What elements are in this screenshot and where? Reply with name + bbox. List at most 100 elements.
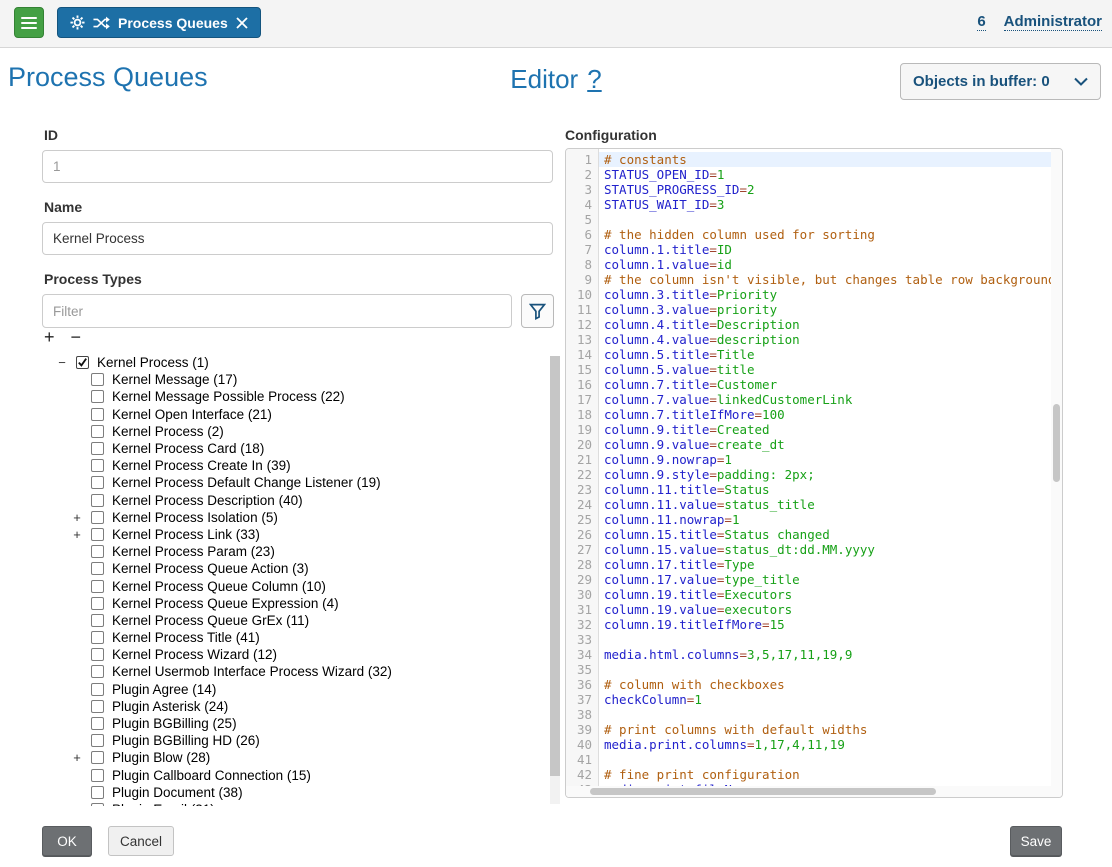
minus-expander-icon[interactable]: − [54,355,70,370]
tree-item-checkbox[interactable] [91,648,104,661]
tree-item-checkbox[interactable] [91,390,104,403]
tree-item[interactable]: Kernel Process Queue Action (3) [42,560,547,577]
code-text[interactable]: media.print.fileName=process_queues [599,782,1051,786]
tree-item-checkbox[interactable] [91,769,104,782]
tree-item[interactable]: +Plugin Blow (28) [42,749,547,766]
ok-button[interactable]: OK [42,826,92,856]
code-text[interactable]: column.7.value=linkedCustomerLink [599,392,1051,407]
code-text[interactable]: column.11.nowrap=1 [599,512,1051,527]
expand-all-button[interactable]: + [44,328,55,346]
tree-item[interactable]: Kernel Usermob Interface Process Wizard … [42,663,547,680]
tree-item-checkbox[interactable] [91,425,104,438]
code-text[interactable]: column.5.value=title [599,362,1051,377]
code-text[interactable]: column.19.title=Executors [599,587,1051,602]
code-text[interactable]: column.15.value=status_dt:dd.MM.yyyy [599,542,1051,557]
filter-input[interactable] [42,294,512,328]
tree-item[interactable]: Plugin Document (38) [42,784,547,801]
code-text[interactable] [599,632,1051,647]
tree-item-checkbox[interactable] [91,614,104,627]
tree-item[interactable]: Kernel Process Description (40) [42,492,547,509]
code-text[interactable]: column.1.value=id [599,257,1051,272]
user-name-link[interactable]: Administrator [1004,13,1102,31]
notification-count-link[interactable]: 6 [977,13,985,31]
code-text[interactable]: column.9.value=create_dt [599,437,1051,452]
cancel-button[interactable]: Cancel [108,826,174,856]
code-text[interactable]: media.print.columns=1,17,4,11,19 [599,737,1051,752]
editor-horizontal-scrollbar[interactable] [566,786,1051,797]
tree-item[interactable]: Kernel Process Default Change Listener (… [42,474,547,491]
code-text[interactable]: column.3.value=priority [599,302,1051,317]
code-text[interactable]: # column with checkboxes [599,677,1051,692]
tab-process-queues[interactable]: Process Queues [57,7,261,38]
code-text[interactable]: column.15.title=Status changed [599,527,1051,542]
tree-item[interactable]: Kernel Process Title (41) [42,629,547,646]
configuration-editor[interactable]: 1# constants2STATUS_OPEN_ID=13STATUS_PRO… [565,148,1063,798]
plus-expander-icon[interactable]: + [69,750,85,765]
code-text[interactable]: # the hidden column used for sorting [599,227,1051,242]
tree-item-checkbox[interactable] [91,408,104,421]
tree-item[interactable]: Kernel Process (2) [42,423,547,440]
code-text[interactable] [599,752,1051,767]
editor-vertical-scrollbar[interactable] [1051,149,1062,786]
tree-item[interactable]: Plugin BGBilling (25) [42,715,547,732]
tree-item-checkbox[interactable] [91,665,104,678]
save-button[interactable]: Save [1010,826,1062,856]
code-text[interactable]: column.11.value=status_title [599,497,1051,512]
code-text[interactable]: column.17.value=type_title [599,572,1051,587]
tree-item[interactable]: Kernel Process Param (23) [42,543,547,560]
tree-item-checkbox[interactable] [91,803,104,806]
tree-item[interactable]: Plugin Email (31) [42,801,547,806]
code-text[interactable]: column.17.title=Type [599,557,1051,572]
editor-vscroll-thumb[interactable] [1053,404,1060,482]
collapse-all-button[interactable]: − [71,328,82,346]
tree-item[interactable]: Plugin Callboard Connection (15) [42,767,547,784]
code-text[interactable]: column.9.style=padding: 2px; [599,467,1051,482]
tree-item-checkbox[interactable] [91,751,104,764]
tree-item[interactable]: +Kernel Process Isolation (5) [42,509,547,526]
code-text[interactable] [599,212,1051,227]
code-text[interactable]: column.19.value=executors [599,602,1051,617]
tree-item[interactable]: Kernel Process Queue GrEx (11) [42,612,547,629]
tree-item-checkbox[interactable] [91,683,104,696]
code-text[interactable]: column.19.titleIfMore=15 [599,617,1051,632]
tree-item-checkbox[interactable] [91,459,104,472]
tree-item[interactable]: Kernel Message Possible Process (22) [42,388,547,405]
code-text[interactable] [599,707,1051,722]
code-text[interactable]: column.4.value=description [599,332,1051,347]
id-field[interactable] [42,150,553,183]
name-field[interactable] [42,222,553,255]
tree-item-checkbox[interactable] [91,717,104,730]
tree-item[interactable]: −Kernel Process (1) [42,354,547,371]
tree-item-checkbox[interactable] [91,373,104,386]
tree-item[interactable]: Plugin Asterisk (24) [42,698,547,715]
tree-item-checkbox[interactable] [91,545,104,558]
code-text[interactable]: # print columns with default widths [599,722,1051,737]
tree-item-checkbox[interactable] [91,528,104,541]
tree-item[interactable]: Kernel Process Card (18) [42,440,547,457]
code-text[interactable]: checkColumn=1 [599,692,1051,707]
tree-item[interactable]: Plugin Agree (14) [42,681,547,698]
code-text[interactable]: # fine print configuration [599,767,1051,782]
tree-item-checkbox[interactable] [91,476,104,489]
tree-scrollbar[interactable] [550,356,560,804]
plus-expander-icon[interactable]: + [69,527,85,542]
tree-item[interactable]: Kernel Open Interface (21) [42,406,547,423]
code-text[interactable]: column.7.title=Customer [599,377,1051,392]
code-text[interactable]: column.5.title=Title [599,347,1051,362]
tree-item[interactable]: Kernel Process Create In (39) [42,457,547,474]
tree-item-checkbox[interactable] [91,442,104,455]
code-text[interactable]: media.html.columns=3,5,17,11,19,9 [599,647,1051,662]
code-text[interactable]: column.9.title=Created [599,422,1051,437]
tree-item-checkbox[interactable] [91,734,104,747]
code-text[interactable]: # the column isn't visible, but changes … [599,272,1051,287]
tree-item-checkbox[interactable] [76,356,89,369]
filter-button[interactable] [521,294,554,328]
tree-item-checkbox[interactable] [91,511,104,524]
tree-item[interactable]: Plugin BGBilling HD (26) [42,732,547,749]
menu-button[interactable] [14,7,44,38]
tree-scrollbar-thumb[interactable] [550,356,560,776]
code-text[interactable]: STATUS_OPEN_ID=1 [599,167,1051,182]
code-text[interactable]: column.1.title=ID [599,242,1051,257]
code-text[interactable]: column.11.title=Status [599,482,1051,497]
tree-item[interactable]: Kernel Process Queue Expression (4) [42,595,547,612]
